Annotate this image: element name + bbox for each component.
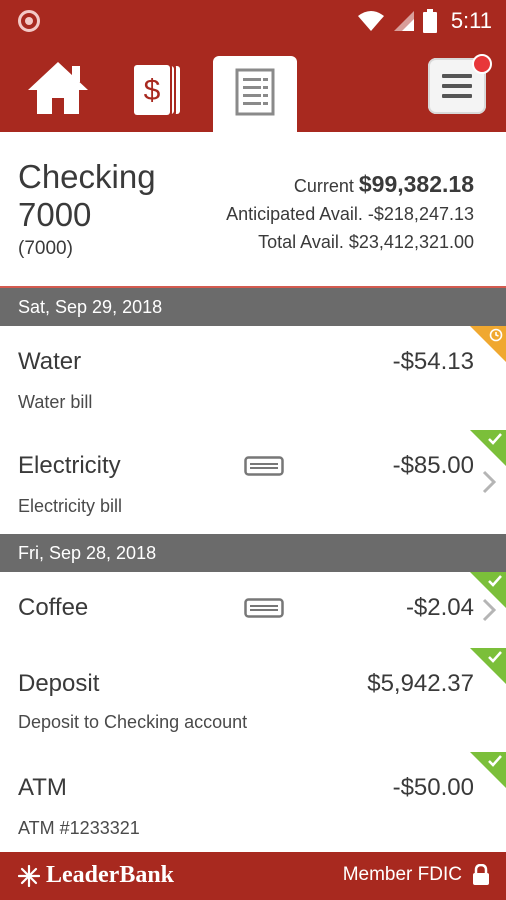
current-balance-row: Current $99,382.18 bbox=[226, 170, 474, 200]
transaction-title: Coffee bbox=[18, 594, 89, 621]
transaction-amount: -$50.00 bbox=[392, 774, 474, 801]
transaction-amount: $5,942.37 bbox=[367, 670, 474, 697]
current-balance-value: $99,382.18 bbox=[358, 171, 474, 197]
transaction-title: Water bbox=[18, 348, 82, 375]
notification-badge bbox=[472, 54, 492, 74]
check-icon bbox=[488, 755, 502, 767]
menu-button[interactable] bbox=[428, 54, 492, 114]
check-icon bbox=[488, 651, 502, 663]
wifi-icon bbox=[357, 11, 384, 31]
account-name: Checking 7000 bbox=[18, 158, 156, 233]
nav-money-button[interactable]: $ bbox=[124, 42, 194, 132]
transaction-row[interactable]: Electricity Electricity bill -$85.00 bbox=[0, 430, 506, 536]
transaction-amount: -$2.04 bbox=[405, 594, 474, 621]
document-icon bbox=[235, 68, 275, 116]
transaction-amount: -$54.13 bbox=[392, 348, 474, 375]
transaction-description: ATM #1233321 bbox=[18, 818, 140, 838]
date-header: Sat, Sep 29, 2018 bbox=[0, 288, 506, 326]
status-time: 5:11 bbox=[450, 8, 492, 33]
account-summary: Checking 7000 (7000) Current $99,382.18 … bbox=[0, 132, 506, 288]
status-right: 5:11 bbox=[357, 6, 492, 36]
anticipated-balance: Anticipated Avail. -$218,247.13 bbox=[226, 204, 474, 224]
chevron-right-icon[interactable] bbox=[482, 598, 496, 622]
fdic-notice: Member FDIC bbox=[343, 864, 490, 886]
svg-text:$: $ bbox=[144, 74, 161, 107]
chevron-right-icon[interactable] bbox=[482, 470, 496, 494]
card-icon bbox=[244, 598, 284, 618]
home-icon bbox=[28, 62, 88, 114]
account-number: (7000) bbox=[18, 238, 73, 259]
transaction-description: Water bill bbox=[18, 392, 93, 412]
footer: LeaderBank Member FDIC bbox=[0, 852, 506, 900]
menu-icon bbox=[442, 74, 472, 98]
signal-icon bbox=[393, 11, 414, 31]
star-burst-icon bbox=[18, 864, 40, 887]
nav-documents-tab[interactable] bbox=[213, 56, 297, 132]
clock-icon bbox=[489, 328, 503, 342]
balances: Current $99,382.18 Anticipated Avail. -$… bbox=[226, 170, 474, 256]
transaction-row[interactable]: Coffee -$2.04 bbox=[0, 572, 506, 650]
transaction-title: Deposit bbox=[18, 670, 100, 697]
dollar-cards-icon: $ bbox=[134, 64, 180, 116]
transaction-description: Electricity bill bbox=[18, 496, 123, 516]
brand-name: LeaderBank bbox=[46, 862, 175, 888]
date-header: Fri, Sep 28, 2018 bbox=[0, 534, 506, 572]
current-balance-label: Current bbox=[293, 176, 354, 196]
check-icon bbox=[488, 433, 502, 445]
transaction-description: Deposit to Checking account bbox=[18, 712, 248, 732]
transaction-title: Electricity bbox=[18, 452, 121, 479]
card-icon bbox=[244, 456, 284, 476]
check-icon bbox=[488, 575, 502, 587]
top-nav: $ bbox=[0, 42, 506, 132]
notification-circle-icon bbox=[18, 10, 40, 32]
transaction-amount: -$85.00 bbox=[392, 452, 474, 479]
brand-logo: LeaderBank bbox=[18, 862, 174, 889]
status-bar: 5:11 bbox=[0, 0, 506, 42]
fdic-label: Member FDIC bbox=[342, 864, 462, 885]
transaction-row[interactable]: Water Water bill -$54.13 bbox=[0, 326, 506, 432]
lock-icon bbox=[473, 864, 489, 885]
transaction-row[interactable]: Deposit Deposit to Checking account $5,9… bbox=[0, 648, 506, 754]
nav-home-button[interactable] bbox=[18, 42, 100, 132]
transaction-row[interactable]: ATM ATM #1233321 -$50.00 bbox=[0, 752, 506, 852]
transaction-title: ATM bbox=[18, 774, 67, 801]
battery-icon bbox=[422, 9, 437, 33]
total-balance: Total Avail. $23,412,321.00 bbox=[258, 232, 474, 252]
